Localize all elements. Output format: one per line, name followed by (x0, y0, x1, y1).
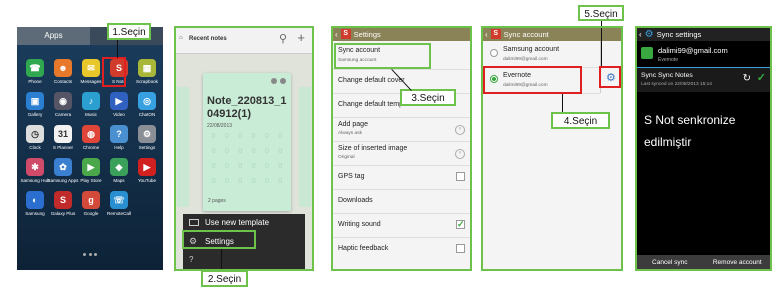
app-messages[interactable]: ✉ Messages (77, 59, 105, 84)
snote-highlight (102, 57, 126, 87)
app-label: Galaxy Plus (50, 211, 76, 216)
app-label: Gallery (27, 112, 43, 117)
panel-3-frame (331, 26, 472, 271)
page-indicator (83, 253, 97, 257)
app-label: Help (114, 145, 124, 150)
callout-step-1: 1.Seçin (107, 23, 151, 40)
settings-icon: ⚙ (138, 125, 156, 143)
app-scrapbook[interactable]: ▦ Scrapbook (133, 59, 161, 84)
samsung-hub-icon: ✱ (26, 158, 44, 176)
app-samsung[interactable]: ◐ Samsung (21, 191, 49, 216)
app-video[interactable]: ▶ Video (105, 92, 133, 117)
maps-icon: ◆ (110, 158, 128, 176)
app-label: Camera (54, 112, 72, 117)
app-label: Google (83, 211, 99, 216)
play-store-icon: ▶ (82, 158, 100, 176)
app-label: Play Store (80, 178, 102, 183)
tab-apps[interactable]: Apps (17, 27, 90, 45)
app-s-planner[interactable]: 31 S Planner (49, 125, 77, 150)
chaton-icon: ◎ (138, 92, 156, 110)
app-gallery[interactable]: ▣ Gallery (21, 92, 49, 117)
chrome-icon: ◍ (82, 125, 100, 143)
gallery-icon: ▣ (26, 92, 44, 110)
app-camera[interactable]: ◉ Camera (49, 92, 77, 117)
app-label: Chrome (82, 145, 100, 150)
app-music[interactable]: ♪ Music (77, 92, 105, 117)
s-planner-icon: 31 (54, 125, 72, 143)
phone-icon: ☎ (26, 59, 44, 77)
app-remotecall[interactable]: ☏ RemoteCall (105, 191, 133, 216)
panel-2-frame (174, 26, 314, 271)
scrapbook-icon: ▦ (138, 59, 156, 77)
app-contacts[interactable]: ☻ Contacts (49, 59, 77, 84)
app-maps[interactable]: ◆ Maps (105, 158, 133, 183)
help-icon: ? (110, 125, 128, 143)
app-label: Phone (28, 79, 42, 84)
galaxy-plus-icon: S (54, 191, 72, 209)
app-drawer-screenshot: Apps W ☎Phone☻Contacts✉MessagesSS Note▦S… (17, 27, 163, 270)
app-label: Samsung Hub (20, 178, 50, 183)
app-label: ChatON (138, 112, 156, 117)
video-icon: ▶ (110, 92, 128, 110)
app-play-store[interactable]: ▶ Play Store (77, 158, 105, 183)
samsung-icon: ◐ (26, 191, 44, 209)
callout-step-2: 2.Seçin (201, 270, 248, 287)
app-label: Messages (80, 79, 102, 84)
remotecall-icon: ☏ (110, 191, 128, 209)
app-samsung-hub[interactable]: ✱ Samsung Hub (20, 158, 50, 183)
panel-4-frame (481, 26, 623, 271)
app-youtube[interactable]: ▶ YouTube (133, 158, 161, 183)
app-galaxy-plus[interactable]: S Galaxy Plus (49, 191, 77, 216)
app-label: RemoteCall (107, 211, 131, 216)
music-icon: ♪ (82, 92, 100, 110)
app-chrome[interactable]: ◍ Chrome (77, 125, 105, 150)
app-label: Music (85, 112, 97, 117)
app-label: Clock (29, 145, 41, 150)
callout-line-1 (117, 40, 118, 58)
samsung-apps-icon: ✿ (54, 158, 72, 176)
youtube-icon: ▶ (138, 158, 156, 176)
google-icon: g (82, 191, 100, 209)
camera-icon: ◉ (54, 92, 72, 110)
app-label: Samsung (25, 211, 45, 216)
app-label: Contacts (53, 79, 73, 84)
app-label: Video (113, 112, 125, 117)
contacts-icon: ☻ (54, 59, 72, 77)
app-label: Scrapbook (136, 79, 158, 84)
app-google[interactable]: g Google (77, 191, 105, 216)
app-grid: ☎ Phone ☻ Contacts ✉ Messages S S Note ▦ Scrapboo… (20, 59, 161, 216)
app-clock[interactable]: ◷ Clock (21, 125, 49, 150)
app-phone[interactable]: ☎ Phone (21, 59, 49, 84)
panel-5-frame (635, 26, 772, 271)
app-label: Maps (113, 178, 125, 183)
messages-icon: ✉ (82, 59, 100, 77)
app-label: Samsung Apps (47, 178, 79, 183)
clock-icon: ◷ (26, 125, 44, 143)
app-label: S Planner (52, 145, 74, 150)
app-samsung-apps[interactable]: ✿ Samsung Apps (47, 158, 79, 183)
callout-step-5: 5.Seçin (578, 5, 624, 21)
app-label: YouTube (137, 178, 157, 183)
app-help[interactable]: ? Help (105, 125, 133, 150)
app-chaton[interactable]: ◎ ChatON (133, 92, 161, 117)
app-label: Settings (138, 145, 156, 150)
app-settings[interactable]: ⚙ Settings (133, 125, 161, 150)
